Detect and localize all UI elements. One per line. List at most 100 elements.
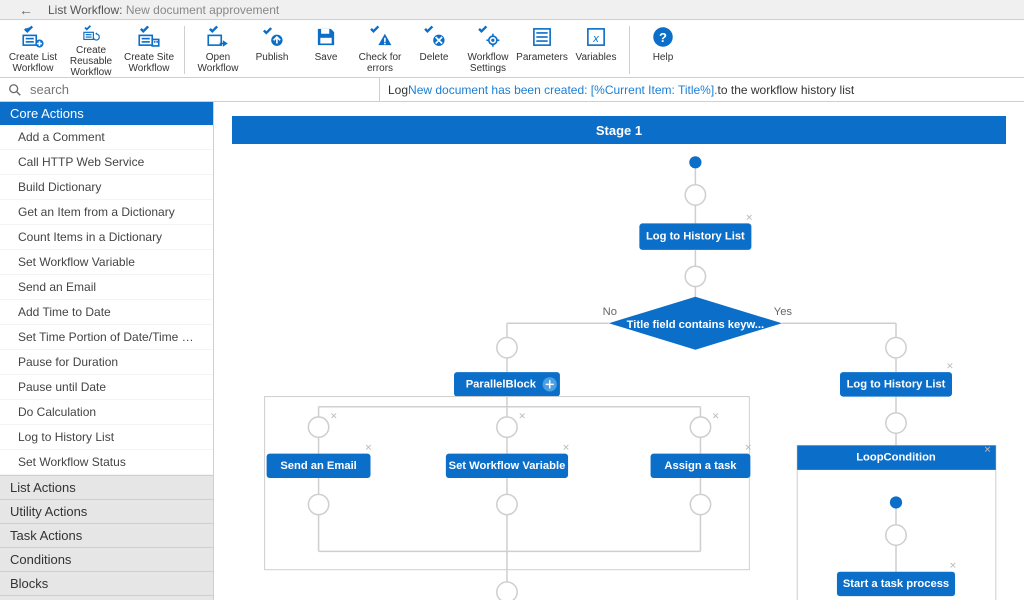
delete-node-icon[interactable]: ✕	[365, 443, 373, 453]
svg-text:Log to History List: Log to History List	[847, 378, 946, 390]
connector-node[interactable]	[690, 494, 710, 514]
connector-node[interactable]	[685, 185, 705, 205]
search-icon	[8, 83, 22, 97]
svg-text:LoopCondition: LoopCondition	[856, 452, 936, 464]
open-workflow-button[interactable]: Open Workflow	[191, 22, 245, 78]
connector-node[interactable]	[497, 582, 517, 600]
svg-text:ParallelBlock: ParallelBlock	[466, 378, 537, 390]
check-errors-button[interactable]: Check for errors	[353, 22, 407, 78]
workflow-canvas[interactable]: Stage 1 .box { fill:#0b6fc9; rx:3; } .bo…	[214, 102, 1024, 600]
sidebar-item[interactable]: Build Dictionary	[0, 175, 213, 200]
title-name: New document approvement	[126, 3, 279, 17]
actions-sidebar: Core Actions Add a CommentCall HTTP Web …	[0, 102, 214, 600]
sidebar-section-core-actions[interactable]: Core Actions	[0, 102, 213, 125]
sidebar-item[interactable]: Set Time Portion of Date/Time Field	[0, 325, 213, 350]
sidebar-item[interactable]: Add a Comment	[0, 125, 213, 150]
sidebar-item[interactable]: Set Workflow Status	[0, 450, 213, 475]
log-link[interactable]: New document has been created: [%Current…	[408, 83, 717, 97]
connector-node[interactable]	[886, 337, 906, 357]
delete-button[interactable]: Delete	[407, 22, 461, 78]
checklist-add-icon	[20, 24, 46, 50]
ribbon-separator	[629, 26, 630, 74]
svg-text:x: x	[592, 33, 600, 45]
connector-node[interactable]	[497, 417, 517, 437]
connector-node[interactable]	[886, 525, 906, 545]
sidebar-category[interactable]: Blocks	[0, 571, 213, 595]
delete-node-icon[interactable]: ✕	[949, 561, 957, 571]
sidebar-item[interactable]: Pause until Date	[0, 375, 213, 400]
connector-node[interactable]	[497, 494, 517, 514]
delete-icon	[421, 24, 447, 50]
svg-text:?: ?	[659, 30, 667, 45]
ribbon-separator	[184, 26, 185, 74]
search-input[interactable]	[28, 81, 371, 98]
sidebar-item[interactable]: Set Workflow Variable	[0, 250, 213, 275]
sidebar-item[interactable]: Add Time to Date	[0, 300, 213, 325]
svg-text:Assign a task: Assign a task	[664, 460, 737, 472]
parameters-button[interactable]: Parameters	[515, 22, 569, 78]
svg-text:Start a task process: Start a task process	[843, 578, 949, 590]
start-node[interactable]	[689, 156, 701, 168]
sidebar-item[interactable]: Count Items in a Dictionary	[0, 225, 213, 250]
connector-node[interactable]	[308, 417, 328, 437]
create-reusable-workflow-button[interactable]: Create Reusable Workflow	[62, 22, 120, 78]
sidebar-item[interactable]: Send an Email	[0, 275, 213, 300]
workflow-diagram: .box { fill:#0b6fc9; rx:3; } .boxt { fil…	[232, 144, 1006, 600]
connector-node[interactable]	[497, 337, 517, 357]
delete-node-icon[interactable]: ✕	[562, 443, 570, 453]
send-email-node[interactable]: Send an Email ✕	[267, 443, 373, 478]
create-list-workflow-button[interactable]: Create List Workflow	[4, 22, 62, 78]
connector-node[interactable]	[886, 413, 906, 433]
delete-node-icon[interactable]: ✕	[744, 443, 752, 453]
sidebar-category[interactable]: List Actions	[0, 475, 213, 499]
stage-header[interactable]: Stage 1	[232, 118, 1006, 144]
set-variable-node[interactable]: Set Workflow Variable ✕	[446, 443, 570, 478]
delete-branch-icon[interactable]: ✕	[518, 411, 526, 421]
search-box[interactable]	[0, 78, 380, 101]
sidebar-category[interactable]: Composite Steps	[0, 595, 213, 600]
checklist-reuse-icon	[78, 24, 104, 43]
log-history-node-2[interactable]: Log to History List ✕	[840, 361, 954, 396]
publish-button[interactable]: Publish	[245, 22, 299, 78]
publish-icon	[259, 24, 285, 50]
help-button[interactable]: ? Help	[636, 22, 690, 78]
decision-yes-label: Yes	[774, 306, 793, 318]
delete-node-icon[interactable]: ✕	[946, 361, 954, 371]
delete-node-icon[interactable]: ✕	[746, 212, 754, 222]
title-prefix: List Workflow:	[48, 3, 122, 17]
delete-branch-icon[interactable]: ✕	[330, 411, 338, 421]
variables-button[interactable]: x Variables	[569, 22, 623, 78]
svg-text:Send an Email: Send an Email	[280, 460, 356, 472]
save-button[interactable]: Save	[299, 22, 353, 78]
delete-branch-icon[interactable]: ✕	[712, 411, 720, 421]
connector-node[interactable]	[690, 417, 710, 437]
sidebar-item[interactable]: Log to History List	[0, 425, 213, 450]
back-button[interactable]: ←	[4, 2, 48, 18]
log-history-node[interactable]: Log to History List ✕	[639, 212, 753, 250]
checklist-site-icon	[136, 24, 162, 50]
workflow-settings-button[interactable]: Workflow Settings	[461, 22, 515, 78]
sidebar-category[interactable]: Conditions	[0, 547, 213, 571]
decision-node[interactable]: Title field contains keyw...	[609, 297, 782, 350]
svg-text:Log to History List: Log to History List	[646, 231, 745, 243]
sidebar-category[interactable]: Task Actions	[0, 523, 213, 547]
sidebar-item[interactable]: Do Calculation	[0, 400, 213, 425]
delete-node-icon[interactable]: ✕	[984, 445, 992, 455]
loop-start-node[interactable]	[890, 496, 902, 508]
checklist-open-icon	[205, 24, 231, 50]
create-site-workflow-button[interactable]: Create Site Workflow	[120, 22, 178, 78]
assign-task-node[interactable]: Assign a task ✕	[651, 443, 753, 478]
connector-node[interactable]	[308, 494, 328, 514]
sidebar-item[interactable]: Get an Item from a Dictionary	[0, 200, 213, 225]
check-errors-icon	[367, 24, 393, 50]
sidebar-item[interactable]: Pause for Duration	[0, 350, 213, 375]
main: Core Actions Add a CommentCall HTTP Web …	[0, 102, 1024, 600]
log-suffix: to the workflow history list	[718, 83, 855, 97]
settings-icon	[475, 24, 501, 50]
sidebar-category[interactable]: Utility Actions	[0, 499, 213, 523]
parallel-block-node[interactable]: ParallelBlock	[454, 372, 560, 396]
help-icon: ?	[650, 24, 676, 50]
sidebar-item[interactable]: Call HTTP Web Service	[0, 150, 213, 175]
connector-node[interactable]	[685, 266, 705, 286]
ribbon: Create List Workflow Create Reusable Wor…	[0, 20, 1024, 78]
